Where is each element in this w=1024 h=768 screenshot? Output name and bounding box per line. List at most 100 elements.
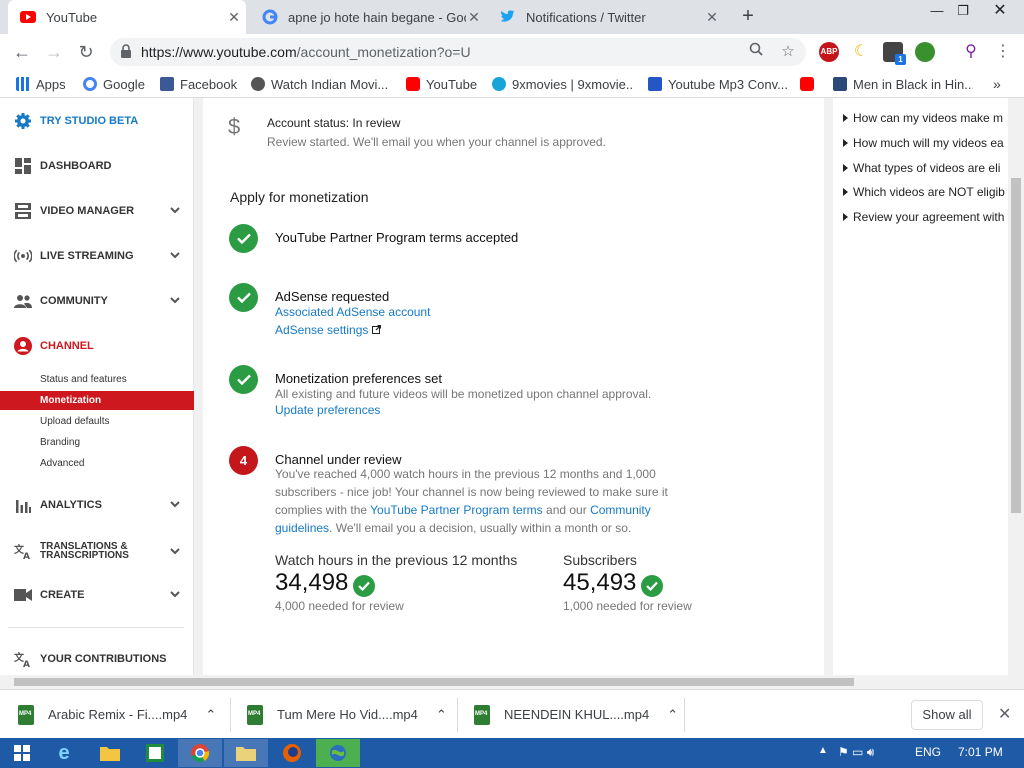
sidebar-item-live-streaming[interactable]: LIVE STREAMING xyxy=(14,246,184,266)
live-broadcast-icon xyxy=(14,247,32,265)
sidebar-label-line: TRANSCRIPTIONS xyxy=(40,550,129,561)
help-link[interactable]: How can my videos make m xyxy=(842,111,1003,125)
help-link[interactable]: How much will my videos ea xyxy=(843,136,1004,150)
film-reel-icon xyxy=(251,77,265,91)
chevron-down-icon[interactable] xyxy=(170,250,180,260)
forward-icon[interactable]: → xyxy=(42,40,66,64)
internet-explorer-icon[interactable]: e xyxy=(42,739,86,767)
sidebar-item-create[interactable]: CREATE xyxy=(14,585,184,605)
bookmark-men-in-black[interactable]: Men in Black in Hin... xyxy=(833,75,973,93)
profile-icon[interactable]: ⚲ xyxy=(961,42,981,62)
bookmark-youtube-mp3[interactable]: Youtube Mp3 Conv... xyxy=(648,75,788,93)
ypp-terms-link[interactable]: YouTube Partner Program terms xyxy=(370,503,543,517)
scrollbar-thumb[interactable] xyxy=(1011,178,1021,513)
bookmark-google[interactable]: Google xyxy=(83,75,145,93)
horizontal-scrollbar[interactable] xyxy=(0,675,1024,689)
sidebar-divider xyxy=(8,627,184,628)
subnav-branding[interactable]: Branding xyxy=(0,433,194,452)
sidebar-item-video-manager[interactable]: VIDEO MANAGER xyxy=(14,201,184,221)
bookmark-youtube[interactable]: YouTube xyxy=(406,75,477,93)
address-bar[interactable]: https://www.youtube.com/account_monetiza… xyxy=(110,38,806,66)
chevron-down-icon[interactable] xyxy=(170,499,180,509)
adblock-label: ABP xyxy=(820,47,838,56)
update-preferences-link[interactable]: Update preferences xyxy=(275,403,380,417)
associated-adsense-link[interactable]: Associated AdSense account xyxy=(275,305,430,319)
chevron-up-icon[interactable]: ⌃ xyxy=(205,707,216,723)
windows-taskbar: e ▲ ⚑ ▭ 🔊︎ ENG 7:01 PM xyxy=(0,738,1024,768)
help-link[interactable]: Review your agreement with xyxy=(842,210,1004,224)
sidebar-item-channel[interactable]: CHANNEL xyxy=(14,336,184,356)
show-all-button[interactable]: Show all xyxy=(911,700,983,730)
url-host: https://www.youtube.com xyxy=(141,44,297,60)
browser-toolbar: ← → ↻ https://www.youtube.com/account_mo… xyxy=(0,34,1024,70)
close-window-icon[interactable]: ✕ xyxy=(985,0,1015,22)
tab-twitter[interactable]: Notifications / Twitter ✕ xyxy=(488,0,724,34)
youtube-icon xyxy=(800,77,814,91)
bookmark-watch-indian-movies[interactable]: Watch Indian Movi... xyxy=(251,75,391,93)
chrome-menu-icon[interactable]: ⋮ xyxy=(991,40,1015,64)
subnav-status-and-features[interactable]: Status and features xyxy=(0,370,194,389)
tray-overflow-icon[interactable]: ▲ xyxy=(818,745,828,756)
input-language[interactable]: ENG xyxy=(915,745,941,759)
green-app-icon[interactable] xyxy=(316,739,360,767)
scrollbar-thumb[interactable] xyxy=(14,678,854,686)
calculator-app-icon[interactable] xyxy=(133,739,177,767)
close-tab-icon[interactable]: ✕ xyxy=(226,9,242,26)
globe-extension-icon[interactable] xyxy=(915,42,935,62)
external-link-icon xyxy=(371,323,381,337)
help-link[interactable]: What types of videos are eli xyxy=(842,161,1000,175)
system-clock[interactable]: 7:01 PM xyxy=(958,745,1003,759)
sidebar-item-translations[interactable]: 文A TRANSLATIONS & TRANSCRIPTIONS xyxy=(14,538,184,564)
zoom-search-icon[interactable] xyxy=(746,42,766,62)
sidebar-item-community[interactable]: COMMUNITY xyxy=(14,291,184,311)
windows-start-icon[interactable] xyxy=(0,739,44,767)
bookmark-label: Google xyxy=(103,76,145,92)
tab-youtube[interactable]: YouTube ✕ xyxy=(8,0,246,34)
bookmark-youtube-2[interactable] xyxy=(800,75,816,93)
bookmark-star-icon[interactable]: ☆ xyxy=(778,42,798,62)
chevron-down-icon[interactable] xyxy=(170,205,180,215)
download-item[interactable]: Tum Mere Ho Vid....mp4 ⌃ xyxy=(247,690,447,739)
chevron-up-icon[interactable]: ⌃ xyxy=(436,707,447,723)
cube-extension-icon[interactable]: 1 xyxy=(883,42,906,65)
subscribers-stat: 45,493 xyxy=(563,569,663,597)
sidebar-item-try-studio-beta[interactable]: TRY STUDIO BETA xyxy=(14,111,184,131)
vertical-scrollbar[interactable] xyxy=(1008,98,1024,675)
tab-title: apne jo hote hain begane - Goog xyxy=(288,9,466,25)
folder-app-icon[interactable] xyxy=(224,739,268,767)
more-bookmarks-icon[interactable]: » xyxy=(993,75,1001,93)
close-tab-icon[interactable]: ✕ xyxy=(704,9,720,26)
subnav-advanced[interactable]: Advanced xyxy=(0,454,194,473)
help-link[interactable]: Which videos are NOT eligib xyxy=(843,185,1005,199)
chevron-up-icon[interactable]: ⌃ xyxy=(667,707,678,723)
chevron-down-icon[interactable] xyxy=(170,546,180,556)
file-explorer-icon[interactable] xyxy=(88,739,132,767)
sidebar-item-dashboard[interactable]: DASHBOARD xyxy=(14,156,184,176)
reload-icon[interactable]: ↻ xyxy=(74,40,98,64)
chevron-down-icon[interactable] xyxy=(170,589,180,599)
bookmark-apps[interactable]: Apps xyxy=(16,75,66,93)
adsense-settings-link[interactable]: AdSense settings xyxy=(275,323,381,337)
sidebar-item-your-contributions[interactable]: 文A YOUR CONTRIBUTIONS xyxy=(14,649,184,669)
chevron-down-icon[interactable] xyxy=(170,295,180,305)
new-tab-icon[interactable]: + xyxy=(737,5,759,27)
subnav-upload-defaults[interactable]: Upload defaults xyxy=(0,412,194,431)
sidebar-item-analytics[interactable]: ANALYTICS xyxy=(14,495,184,515)
moon-extension-icon[interactable]: ☾ xyxy=(851,42,871,62)
back-icon[interactable]: ← xyxy=(10,40,34,64)
restore-icon[interactable]: ❐ xyxy=(948,0,978,22)
close-downloads-icon[interactable]: ✕ xyxy=(998,704,1011,724)
adblock-extension-icon[interactable]: ABP xyxy=(819,42,839,62)
tab-google-search[interactable]: apne jo hote hain begane - Goog ✕ xyxy=(250,0,486,34)
firefox-icon[interactable] xyxy=(270,739,314,767)
tab-title: YouTube xyxy=(46,9,98,25)
bookmark-9xmovies[interactable]: 9xmovies | 9xmovie... xyxy=(492,75,632,93)
chrome-taskbar-icon[interactable] xyxy=(178,739,222,767)
download-item[interactable]: NEENDEIN KHUL....mp4 ⌃ xyxy=(474,690,678,739)
tray-app-icons[interactable]: ⚑ ▭ 🔊︎ xyxy=(838,745,874,760)
subnav-monetization[interactable]: Monetization xyxy=(0,391,194,410)
close-tab-icon[interactable]: ✕ xyxy=(466,9,482,26)
bookmark-facebook[interactable]: Facebook xyxy=(160,75,238,93)
download-item[interactable]: Arabic Remix - Fi....mp4 ⌃ xyxy=(18,690,216,739)
play-circle-icon xyxy=(492,77,506,91)
